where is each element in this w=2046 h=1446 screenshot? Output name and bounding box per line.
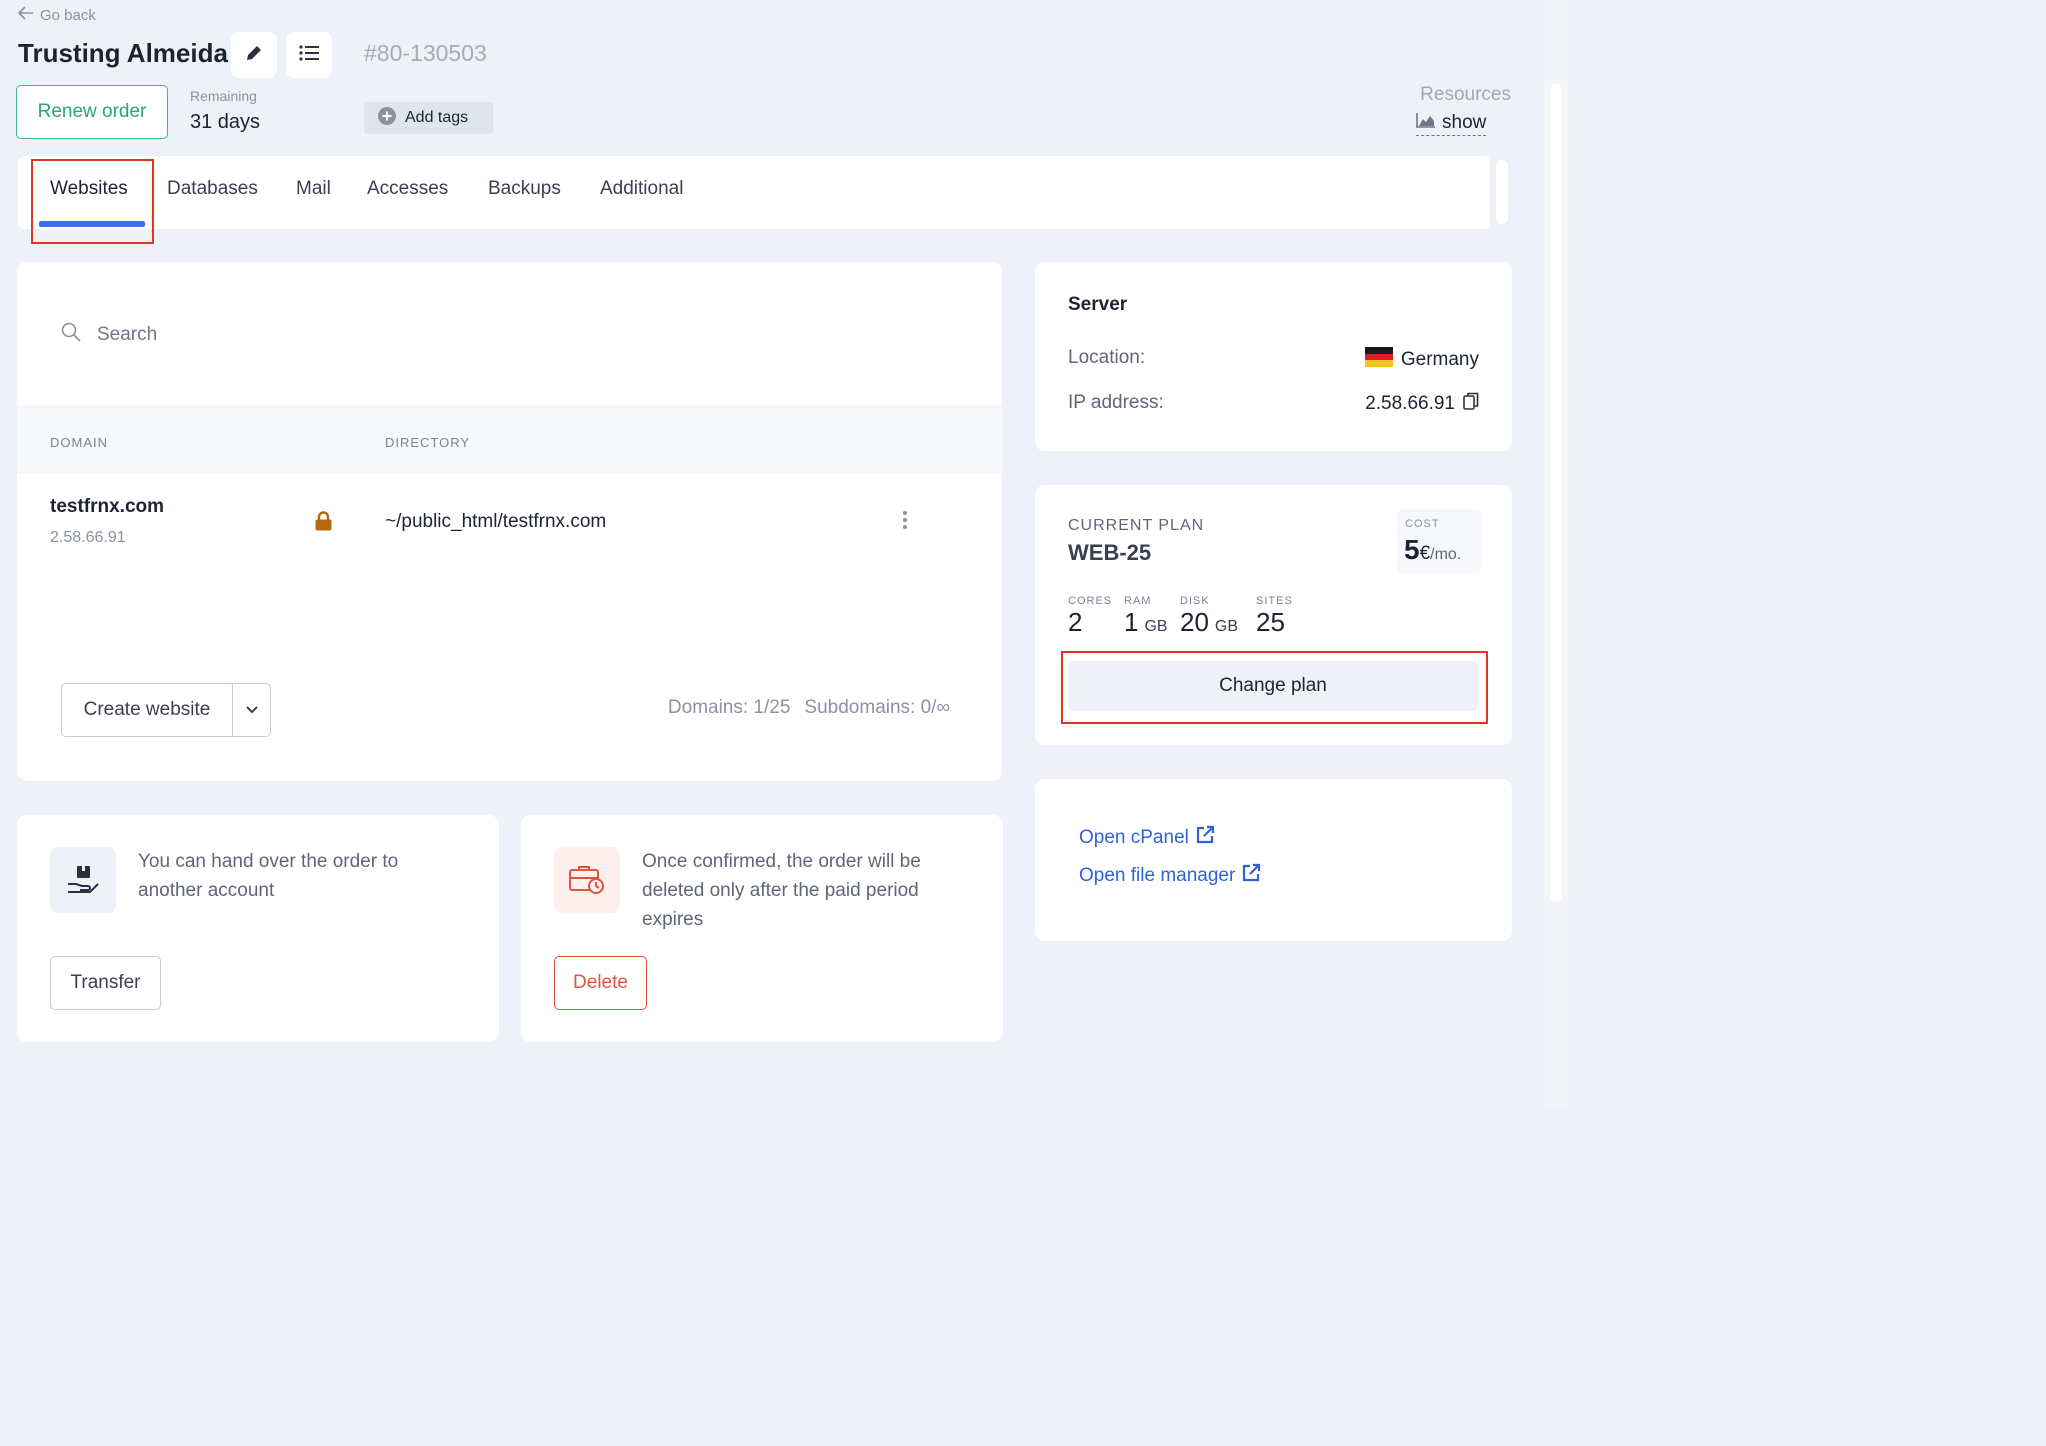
- subdomains-count: Subdomains: 0/∞: [804, 697, 950, 718]
- renew-order-button[interactable]: Renew order: [16, 85, 168, 139]
- cost-currency: €: [1419, 543, 1431, 564]
- spec-cores-label: CORES: [1068, 595, 1113, 607]
- briefcase-clock-icon: [554, 847, 620, 913]
- current-plan-label: CURRENT PLAN: [1068, 517, 1205, 534]
- arrow-left-icon: [17, 6, 34, 24]
- tab-databases[interactable]: Databases: [167, 178, 258, 200]
- cost-value: 5: [1404, 534, 1420, 565]
- cores-number: 2: [1068, 607, 1083, 637]
- list-icon: [298, 44, 320, 67]
- disk-unit: GB: [1214, 618, 1239, 635]
- cost-label: COST: [1405, 518, 1440, 530]
- open-cpanel-link[interactable]: Open cPanel: [1079, 825, 1215, 851]
- plan-name: WEB-25: [1068, 540, 1152, 565]
- resources-show-label: show: [1442, 112, 1487, 133]
- pencil-icon: [244, 43, 264, 68]
- domain-ip: 2.58.66.91: [50, 529, 126, 546]
- location-label: Location:: [1068, 347, 1146, 368]
- column-domain: DOMAIN: [50, 435, 108, 450]
- create-website-button[interactable]: Create website: [62, 684, 233, 736]
- go-back-label: Go back: [40, 6, 96, 24]
- tab-bar: Websites Databases Mail Accesses Backups…: [18, 156, 1490, 229]
- edit-button[interactable]: [231, 32, 277, 78]
- delete-button[interactable]: Delete: [554, 956, 647, 1010]
- search-icon: [61, 322, 81, 348]
- add-tags-button[interactable]: Add tags: [364, 102, 493, 134]
- list-button[interactable]: [286, 32, 332, 78]
- server-title: Server: [1068, 294, 1128, 315]
- spec-disk-label: DISK: [1180, 595, 1210, 607]
- transfer-card: You can hand over the order to another a…: [17, 815, 499, 1042]
- create-website-dropdown[interactable]: [233, 684, 270, 736]
- remaining-label: Remaining: [190, 88, 257, 104]
- tab-bar-scroll-edge: [1496, 160, 1508, 224]
- search-placeholder: Search: [97, 324, 158, 345]
- column-directory: DIRECTORY: [385, 435, 471, 450]
- ip-value: 2.58.66.91: [1365, 393, 1455, 414]
- flag-germany-icon: [1364, 347, 1393, 373]
- resources-label: Resources: [1420, 84, 1511, 105]
- tab-mail[interactable]: Mail: [296, 178, 331, 200]
- cost-period: /mo.: [1430, 546, 1462, 563]
- links-card: Open cPanel Open file manager: [1035, 779, 1512, 941]
- spec-cores-value: 2: [1068, 607, 1082, 638]
- tab-accesses[interactable]: Accesses: [367, 178, 448, 200]
- location-value-row: Germany: [1364, 347, 1479, 373]
- delete-text: Once confirmed, the order will be delete…: [642, 851, 921, 930]
- hash-symbol: #: [364, 40, 377, 66]
- page-scrollbar[interactable]: [1544, 0, 1568, 1108]
- table-header: DOMAIN DIRECTORY: [17, 405, 1002, 473]
- hand-box-icon: [50, 847, 116, 913]
- lock-icon: [315, 511, 332, 536]
- open-cpanel-label: Open cPanel: [1079, 827, 1189, 848]
- domains-count: Domains: 1/25: [667, 697, 791, 718]
- page-title: Trusting Almeida: [18, 38, 228, 68]
- ip-label: IP address:: [1068, 392, 1164, 413]
- remaining-value: 31 days: [190, 111, 261, 133]
- create-website-button-group: Create website: [61, 683, 271, 737]
- site-counts: Domains: 1/25 Subdomains: 0/∞: [668, 697, 950, 719]
- transfer-text: You can hand over the order to another a…: [138, 851, 399, 901]
- disk-number: 20: [1180, 607, 1209, 637]
- directory-path: ~/public_html/testfrnx.com: [385, 511, 607, 532]
- websites-panel: Search DOMAIN DIRECTORY testfrnx.com 2.5…: [17, 262, 1002, 781]
- add-tags-label: Add tags: [405, 109, 469, 126]
- chart-icon: [1416, 112, 1436, 134]
- cost-value-row: 5 € /mo.: [1404, 534, 1461, 566]
- sites-number: 25: [1256, 607, 1285, 637]
- search-field[interactable]: Search: [61, 322, 157, 348]
- kebab-icon[interactable]: [901, 510, 909, 535]
- spec-ram-label: RAM: [1124, 595, 1152, 607]
- copy-icon[interactable]: [1463, 392, 1479, 416]
- cost-box: COST 5 € /mo.: [1397, 509, 1481, 573]
- spec-disk-value: 20 GB: [1180, 607, 1238, 638]
- ip-value-row: 2.58.66.91: [1365, 392, 1479, 416]
- highlight-box-tab: [31, 159, 154, 244]
- transfer-button[interactable]: Transfer: [50, 956, 161, 1010]
- go-back-link[interactable]: Go back: [17, 6, 96, 24]
- ram-unit: GB: [1144, 618, 1168, 635]
- spec-sites-label: SITES: [1256, 595, 1293, 607]
- order-id: #80-130503: [364, 40, 487, 67]
- chevron-down-icon: [245, 701, 259, 719]
- tab-backups[interactable]: Backups: [488, 178, 561, 200]
- order-id-value: 80-130503: [376, 40, 487, 66]
- external-link-icon: [1241, 863, 1261, 889]
- ram-number: 1: [1124, 607, 1139, 637]
- highlight-box-change-plan: [1061, 651, 1488, 724]
- delete-card: Once confirmed, the order will be delete…: [521, 815, 1003, 1042]
- spec-sites-value: 25: [1256, 607, 1285, 638]
- open-file-manager-label: Open file manager: [1079, 865, 1236, 886]
- external-link-icon: [1195, 825, 1215, 851]
- scrollbar-thumb[interactable]: [1550, 84, 1562, 902]
- domain-name[interactable]: testfrnx.com: [50, 496, 164, 518]
- plus-circle-icon: [378, 106, 396, 130]
- open-file-manager-link[interactable]: Open file manager: [1079, 863, 1261, 889]
- tab-additional[interactable]: Additional: [600, 178, 683, 200]
- location-value: Germany: [1400, 349, 1479, 370]
- spec-ram-value: 1 GB: [1124, 607, 1168, 638]
- server-card: Server Location: Germany IP address: 2.5…: [1035, 262, 1512, 451]
- resources-show-link[interactable]: show: [1416, 112, 1487, 136]
